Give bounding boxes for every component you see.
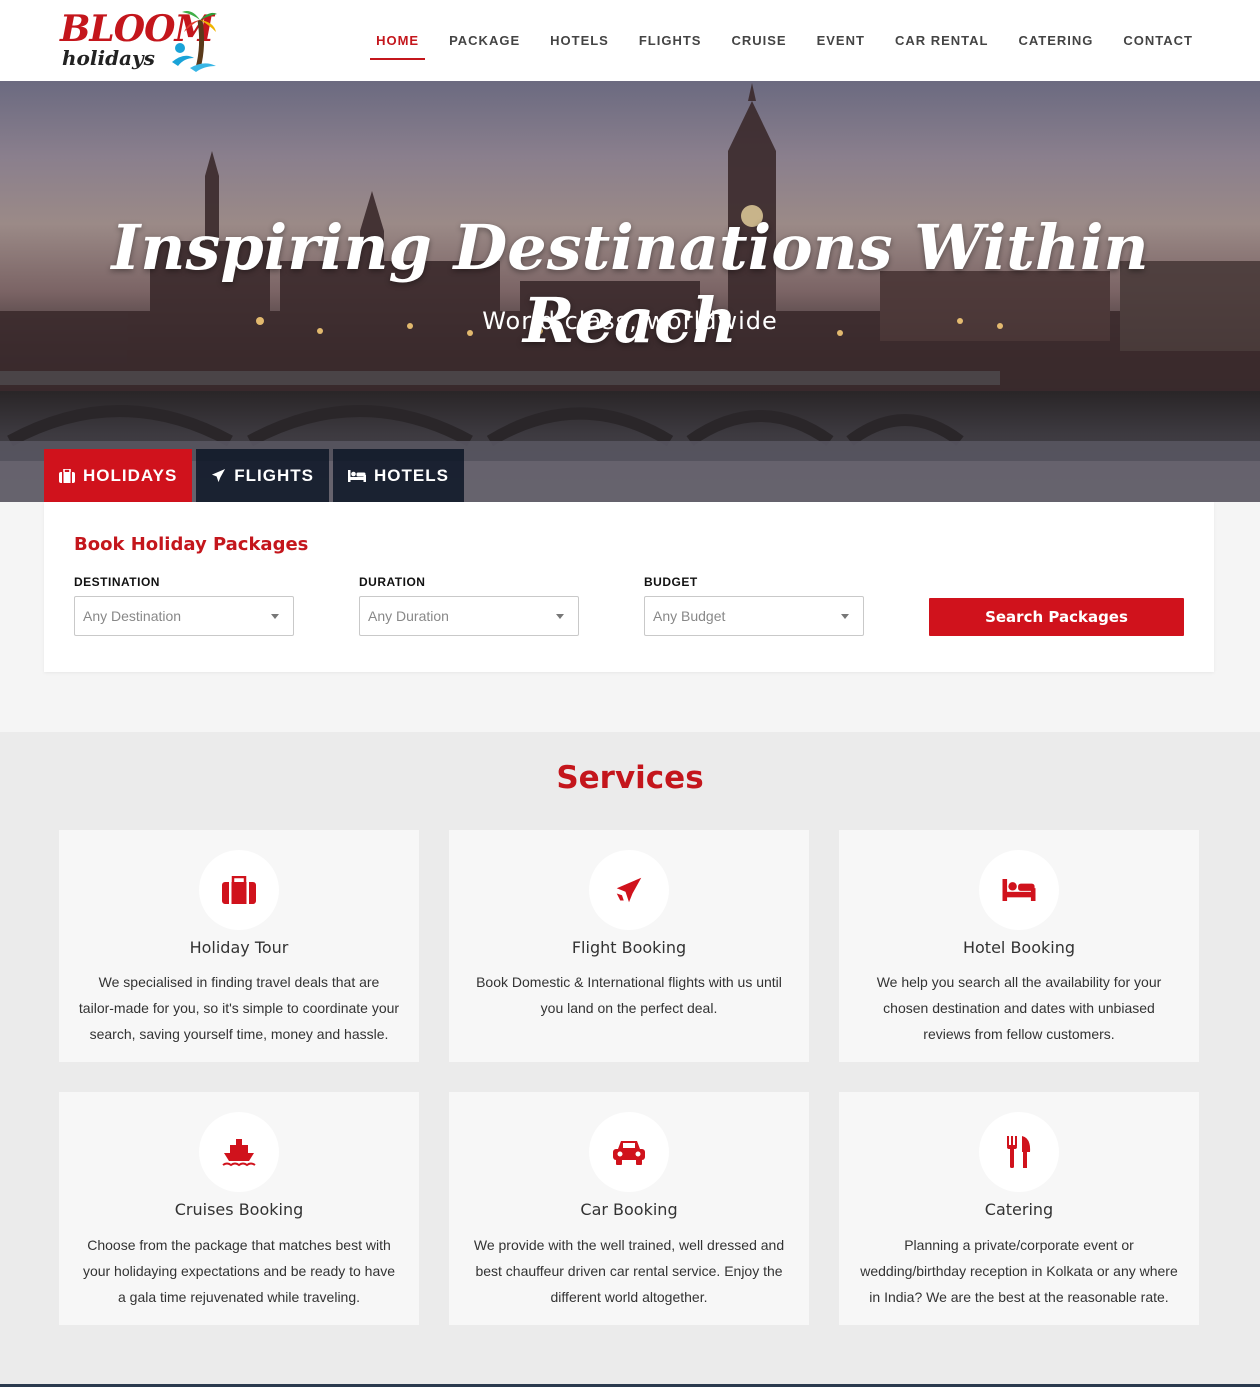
service-title: Catering xyxy=(984,1200,1054,1219)
budget-label: BUDGET xyxy=(644,575,698,589)
service-title: Holiday Tour xyxy=(189,938,289,957)
service-card-car-booking: Car Booking We provide with the well tra… xyxy=(449,1092,809,1325)
chevron-down-icon xyxy=(271,613,279,619)
plane-icon xyxy=(212,468,226,483)
description-line: best chauffeur driven car rental service… xyxy=(475,1263,783,1279)
duration-label: DURATION xyxy=(359,575,426,589)
service-card-flight-booking: Flight Booking Book Domestic & Internati… xyxy=(449,830,809,1062)
budget-select[interactable]: Any Budget xyxy=(644,596,864,636)
nav-package[interactable]: PACKAGE xyxy=(434,0,535,81)
description-line: wedding/birthday reception in Kolkata or… xyxy=(860,1263,1178,1279)
service-title: Car Booking xyxy=(580,1200,678,1219)
tab-hotels-label: HOTELS xyxy=(374,465,449,485)
services-title: Services xyxy=(556,760,704,796)
destination-field: DESTINATION Any Destination xyxy=(74,575,294,636)
tab-holidays[interactable]: HOLIDAYS xyxy=(44,449,193,514)
service-description: Planning a private/corporate event or we… xyxy=(854,1232,1184,1310)
nav-cruise[interactable]: CRUISE xyxy=(716,0,801,81)
search-title: Book Holiday Packages xyxy=(74,534,309,555)
suitcase-icon xyxy=(59,468,75,483)
description-line: in India? We are the best at the reasona… xyxy=(869,1289,1169,1305)
description-line: Planning a private/corporate event or xyxy=(904,1237,1134,1253)
main-nav: HOME PACKAGE HOTELS FLIGHTS CRUISE EVENT… xyxy=(361,0,1208,81)
hero-banner: Inspiring Destinations Within Reach Worl… xyxy=(0,81,1260,502)
booking-tabs: HOLIDAYS FLIGHTS HOTELS xyxy=(44,449,468,514)
description-line: a gala time rejuvenated while traveling. xyxy=(117,1289,361,1305)
service-title: Cruises Booking xyxy=(174,1200,304,1219)
chevron-down-icon xyxy=(556,613,564,619)
budget-field: BUDGET Any Budget xyxy=(644,575,864,636)
nav-catering[interactable]: CATERING xyxy=(1003,0,1108,81)
tab-flights[interactable]: FLIGHTS xyxy=(196,449,329,502)
description-line: tailor-made for you, so it's simple to c… xyxy=(78,1000,400,1016)
description-line: Book Domestic & International flights wi… xyxy=(476,974,782,990)
logo-text-holidays: holidays xyxy=(62,46,155,70)
palm-tree-icon xyxy=(172,11,217,72)
description-line: you land on the perfect deal. xyxy=(540,1000,718,1016)
destination-label: DESTINATION xyxy=(74,575,160,589)
service-title: Hotel Booking xyxy=(962,938,1076,957)
hero-title: Inspiring Destinations Within Reach xyxy=(111,211,1149,357)
duration-value: Any Duration xyxy=(368,608,449,624)
nav-hotels[interactable]: HOTELS xyxy=(535,0,624,81)
duration-field: DURATION Any Duration xyxy=(359,575,579,636)
tab-hotels[interactable]: HOTELS xyxy=(333,449,464,502)
ship-icon xyxy=(199,1112,279,1192)
service-title: Flight Booking xyxy=(571,938,687,957)
logo[interactable]: BLOOM holidays xyxy=(58,6,218,76)
plane-icon xyxy=(589,850,669,930)
suitcase-icon xyxy=(199,850,279,930)
chevron-down-icon xyxy=(841,613,849,619)
service-description: We help you search all the availability … xyxy=(854,969,1184,1047)
description-line: We specialised in finding travel deals t… xyxy=(98,974,380,990)
description-line: search, saving yourself time, money and … xyxy=(89,1026,389,1042)
tab-holidays-label: HOLIDAYS xyxy=(83,465,178,485)
description-line: Choose from the package that matches bes… xyxy=(87,1237,391,1253)
budget-value: Any Budget xyxy=(653,608,726,624)
hero-subtitle: World class, worldwide xyxy=(482,307,778,335)
destination-select[interactable]: Any Destination xyxy=(74,596,294,636)
service-description: Book Domestic & International flights wi… xyxy=(464,969,794,1021)
nav-contact[interactable]: CONTACT xyxy=(1108,0,1208,81)
cutlery-icon xyxy=(979,1112,1059,1192)
service-description: Choose from the package that matches bes… xyxy=(74,1232,404,1310)
description-line: your holidaying expectations and be read… xyxy=(82,1263,396,1279)
tab-flights-label: FLIGHTS xyxy=(234,465,314,485)
service-card-hotel-booking: Hotel Booking We help you search all the… xyxy=(839,830,1199,1062)
service-card-holiday-tour: Holiday Tour We specialised in finding t… xyxy=(59,830,419,1062)
service-description: We specialised in finding travel deals t… xyxy=(74,969,404,1047)
nav-home[interactable]: HOME xyxy=(361,0,434,81)
car-icon xyxy=(589,1112,669,1192)
duration-select[interactable]: Any Duration xyxy=(359,596,579,636)
bed-icon xyxy=(348,469,366,482)
search-packages-button[interactable]: Search Packages xyxy=(929,598,1184,636)
description-line: We help you search all the availability … xyxy=(876,974,1162,990)
nav-event[interactable]: EVENT xyxy=(802,0,880,81)
description-line: reviews from fellow customers. xyxy=(923,1026,1115,1042)
bed-icon xyxy=(979,850,1059,930)
description-line: different world altogether. xyxy=(550,1289,708,1305)
nav-flights[interactable]: FLIGHTS xyxy=(624,0,717,81)
service-card-cruises-booking: Cruises Booking Choose from the package … xyxy=(59,1092,419,1325)
nav-car-rental[interactable]: CAR RENTAL xyxy=(880,0,1004,81)
destination-value: Any Destination xyxy=(83,608,182,624)
service-description: We provide with the well trained, well d… xyxy=(464,1232,794,1310)
service-card-catering: Catering Planning a private/corporate ev… xyxy=(839,1092,1199,1325)
description-line: We provide with the well trained, well d… xyxy=(473,1237,785,1253)
description-line: chosen destination and dates with unbias… xyxy=(883,1000,1155,1016)
site-header: BLOOM holidays HOME PACKAGE HOTELS FLIGH… xyxy=(0,0,1260,81)
search-panel: Book Holiday Packages DESTINATION Any De… xyxy=(44,502,1214,672)
